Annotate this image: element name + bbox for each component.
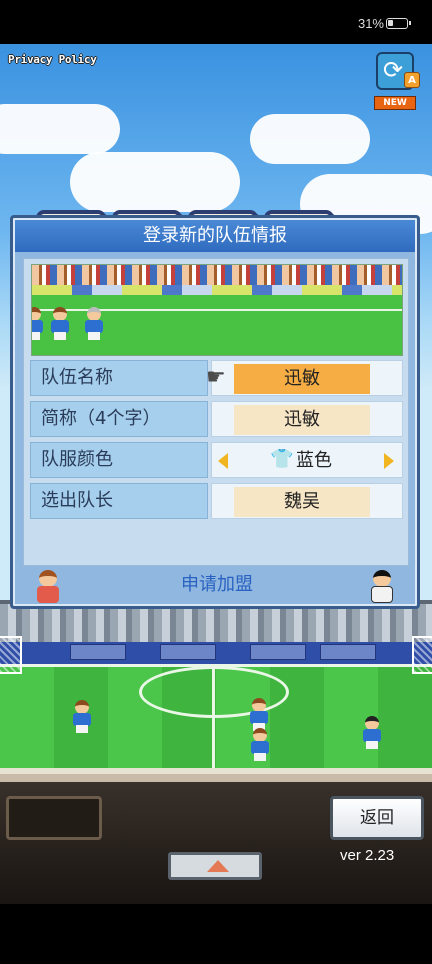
player-sprite (84, 307, 104, 341)
team-preview (31, 264, 403, 356)
ad-board (70, 644, 126, 660)
cloud (0, 104, 120, 154)
team-name-row[interactable]: 队伍名称 ☛ 迅敏 (30, 360, 403, 396)
manager-avatar (35, 570, 61, 604)
uniform-color-selector[interactable]: 👕 蓝色 (211, 442, 403, 478)
cloud (70, 152, 240, 212)
cloud (250, 114, 370, 164)
player-sprite (50, 307, 70, 341)
captain-value[interactable]: 魏吴 (234, 487, 370, 517)
ad-board (160, 644, 216, 660)
team-name-label: 队伍名称 (30, 360, 208, 396)
uniform-color-label: 队服颜色 (30, 442, 208, 478)
preview-crowd (32, 265, 402, 285)
account-sync-button[interactable]: A NEW (372, 52, 420, 112)
triangle-left-icon[interactable] (218, 453, 228, 469)
triangle-right-icon[interactable] (384, 453, 394, 469)
apply-join-button[interactable]: 申请加盟 (69, 568, 365, 602)
privacy-policy-link[interactable]: Privacy Policy (8, 53, 97, 66)
new-badge: NEW (374, 96, 416, 110)
captain-label: 选出队长 (30, 483, 208, 519)
battery-icon (386, 18, 411, 29)
status-bar: 31% (0, 0, 432, 44)
back-button[interactable]: 返回 (330, 796, 424, 840)
player-sprite (250, 728, 270, 762)
ad-board (320, 644, 376, 660)
captain-row[interactable]: 选出队长 魏吴 (30, 483, 403, 519)
goal-right (412, 636, 432, 674)
preview-boards (32, 285, 402, 295)
goal-left (0, 636, 22, 674)
version-label: ver 2.23 (340, 847, 395, 864)
dialog-body: 队伍名称 ☛ 迅敏 简称（4个字） 迅敏 队服颜色 👕 蓝色 选出队长 魏吴 (23, 258, 409, 566)
battery-percent: 31% (357, 16, 384, 31)
dialog-title: 登录新的队伍情报 (15, 220, 415, 252)
short-name-field[interactable]: 迅敏 (211, 401, 403, 437)
captain-field[interactable]: 魏吴 (211, 483, 403, 519)
player-sprite (362, 716, 382, 750)
badge-letter: A (404, 72, 420, 88)
assistant-avatar (369, 570, 395, 604)
player-sprite (249, 698, 269, 732)
player-sprite (32, 307, 44, 341)
expand-menu-button[interactable] (168, 852, 262, 880)
player-sprite (72, 700, 92, 734)
shirt-icon: 👕 (270, 448, 294, 470)
short-name-row[interactable]: 简称（4个字） 迅敏 (30, 401, 403, 437)
team-name-field[interactable]: ☛ 迅敏 (206, 360, 403, 396)
bottom-strip (0, 774, 432, 782)
pointing-hand-icon: ☛ (206, 365, 226, 390)
uniform-color-value: 蓝色 (296, 450, 332, 471)
team-registration-dialog: 登录新的队伍情报 队伍名称 ☛ 迅敏 简称（4个字） 迅敏 队服颜色 👕 蓝色 … (10, 215, 420, 609)
uniform-color-row[interactable]: 队服颜色 👕 蓝色 (30, 442, 403, 478)
short-name-label: 简称（4个字） (30, 401, 208, 437)
empty-slot (6, 796, 102, 840)
short-name-value[interactable]: 迅敏 (234, 405, 370, 435)
team-name-value[interactable]: 迅敏 (234, 364, 370, 394)
ad-board (250, 644, 306, 660)
